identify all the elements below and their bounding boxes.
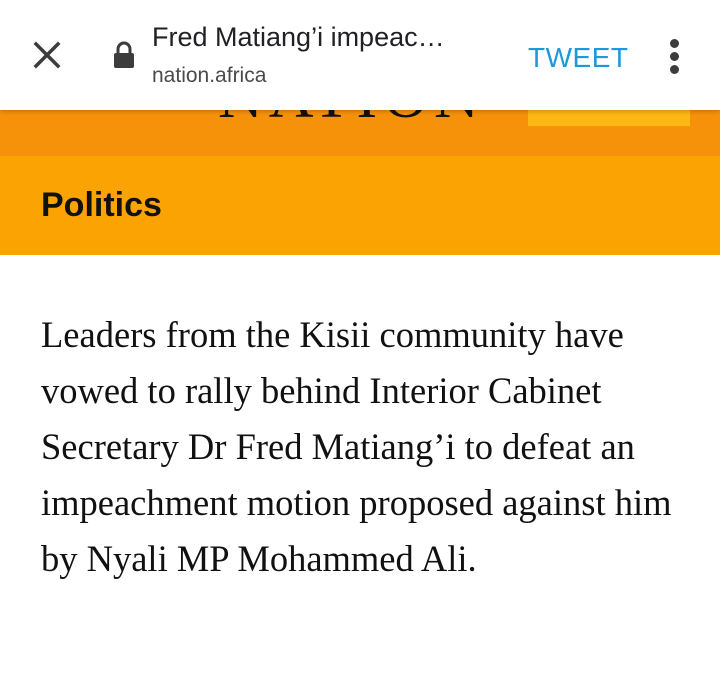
dot [670,39,679,48]
page-url: nation.africa [152,64,267,87]
article-lead: Leaders from the Kisii community have vo… [41,314,672,579]
page-title: Fred Matiang’i impeac… [152,22,445,52]
site-logo[interactable]: NATION [218,110,485,128]
logo-accent-box [528,110,690,126]
section-label[interactable]: Politics [41,186,162,225]
lock-icon [112,40,136,70]
more-vert-icon[interactable] [660,36,690,76]
site-header: NATION [0,110,720,156]
tweet-button[interactable]: TWEET [528,42,629,74]
dot [670,65,679,74]
browser-toolbar: Fred Matiang’i impeac… nation.africa TWE… [0,0,720,110]
close-icon[interactable] [28,36,66,74]
dot [670,52,679,61]
